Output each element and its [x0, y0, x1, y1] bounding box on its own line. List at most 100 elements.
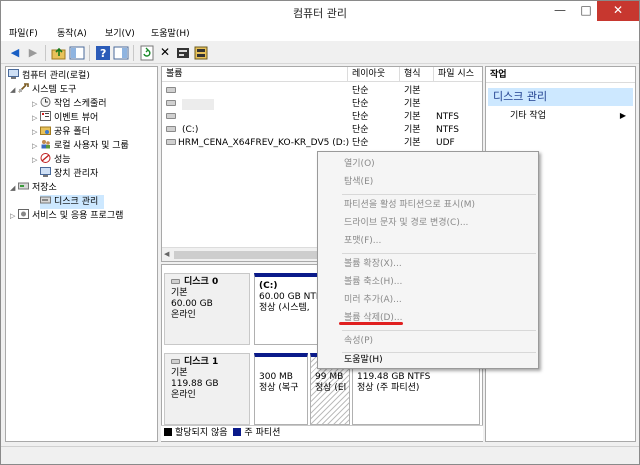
- system-tools-icon: [18, 83, 29, 93]
- toolbar: ◀ ▶ ? ✕: [1, 42, 639, 64]
- tree-item-event-viewer[interactable]: ▷ 이벤트 뷰어: [32, 111, 98, 125]
- partition-recovery[interactable]: 300 MB 정상 (복구: [254, 353, 308, 425]
- collapse-arrow-icon[interactable]: ◢: [10, 181, 18, 195]
- minimize-button[interactable]: —: [547, 1, 573, 21]
- legend-label-primary: 주 파티션: [244, 428, 281, 438]
- table-row[interactable]: 단순 기본: [162, 85, 482, 98]
- partition-title: [259, 361, 307, 372]
- row-volume-name: HRM_CENA_X64FREV_KO-KR_DV5 (D:): [178, 138, 350, 148]
- table-row[interactable]: 단순 기본 NTFS: [162, 111, 482, 124]
- expand-arrow-icon[interactable]: ▷: [32, 139, 40, 153]
- properties-icon[interactable]: [175, 45, 191, 61]
- menu-item-mark-active[interactable]: 파티션을 활성 파티션으로 표시(M): [344, 197, 475, 214]
- column-header-layout[interactable]: 레이아웃: [348, 67, 400, 82]
- collapse-arrow-icon[interactable]: ◢: [10, 83, 18, 97]
- more-actions-item[interactable]: 기타 작업 ▶: [510, 109, 630, 123]
- menu-item-format[interactable]: 포맷(F)...: [344, 233, 381, 250]
- delete-icon[interactable]: ✕: [157, 45, 173, 61]
- tree-item-disk-management[interactable]: 디스크 관리: [40, 195, 105, 209]
- disk-1-label[interactable]: 디스크 1 기본 119.88 GB 온라인: [164, 353, 250, 425]
- tree-label: 성능: [54, 155, 71, 165]
- menu-item-explore[interactable]: 탐색(E): [344, 174, 373, 191]
- computer-management-icon: [8, 69, 19, 79]
- menu-item-shrink-volume[interactable]: 볼륨 축소(H)...: [344, 274, 402, 291]
- column-header-filesystem[interactable]: 파일 시스: [434, 67, 482, 82]
- table-row[interactable]: HRM_CENA_X64FREV_KO-KR_DV5 (D:) 단순 기본 UD…: [162, 137, 482, 150]
- disk-name: 디스크 1: [184, 357, 219, 367]
- disk-icon: [166, 111, 180, 124]
- column-header-type[interactable]: 형식: [400, 67, 434, 82]
- toolbar-separator: [45, 45, 46, 61]
- toolbar-separator: [133, 45, 134, 61]
- tree-item-performance[interactable]: ▷ 성능: [32, 153, 71, 167]
- partition-size: 300 MB: [259, 372, 293, 382]
- disk-properties-icon[interactable]: [193, 45, 209, 61]
- partition-size: 119.48 GB NTFS: [357, 372, 431, 382]
- tree-item-task-scheduler[interactable]: ▷ 작업 스케줄러: [32, 97, 107, 111]
- show-hide-tree-icon[interactable]: [69, 45, 85, 61]
- close-button[interactable]: ✕: [597, 1, 639, 21]
- menu-item-extend-volume[interactable]: 볼륨 확장(X)...: [344, 256, 402, 273]
- scroll-left-icon[interactable]: ◀: [164, 250, 169, 258]
- services-icon: [18, 209, 29, 219]
- tree-item-storage[interactable]: ◢ 저장소: [10, 181, 57, 195]
- tree-item-services-applications[interactable]: ▷ 서비스 및 응용 프로그램: [10, 209, 123, 223]
- expand-arrow-icon[interactable]: ▷: [32, 97, 40, 111]
- table-row[interactable]: (C:) 단순 기본 NTFS: [162, 124, 482, 137]
- clock-icon: [40, 97, 51, 107]
- menu-item-help[interactable]: 도움말(H): [344, 352, 383, 369]
- tree-item-local-users[interactable]: ▷ 로컬 사용자 및 그룹: [32, 139, 129, 153]
- disk-icon: [166, 98, 180, 111]
- menu-file[interactable]: 파일(F): [9, 26, 38, 39]
- row-type: 기본: [404, 138, 421, 148]
- tree-label: 저장소: [32, 183, 57, 193]
- menu-help[interactable]: 도움말(H): [151, 26, 190, 39]
- row-layout: 단순: [352, 86, 369, 96]
- up-folder-icon[interactable]: [51, 45, 67, 61]
- disk-icon: [171, 357, 184, 367]
- scrollbar-thumb[interactable]: [174, 251, 324, 259]
- menu-action[interactable]: 동작(A): [57, 26, 87, 39]
- expand-arrow-icon[interactable]: ▷: [32, 125, 40, 139]
- menu-view[interactable]: 보기(V): [105, 26, 135, 39]
- disk-icon: [166, 85, 180, 98]
- refresh-icon[interactable]: [139, 45, 155, 61]
- row-layout: 단순: [352, 112, 369, 122]
- actions-section-disk-management[interactable]: 디스크 관리: [488, 88, 633, 106]
- tree-label: 시스템 도구: [32, 85, 77, 95]
- tree-label: 작업 스케줄러: [54, 99, 107, 109]
- maximize-button[interactable]: □: [573, 1, 599, 21]
- disk-size: 60.00 GB: [171, 299, 213, 309]
- expand-arrow-icon[interactable]: ▷: [32, 153, 40, 167]
- menu-item-add-mirror[interactable]: 미러 추가(A)...: [344, 292, 402, 309]
- table-row[interactable]: 단순 기본: [162, 98, 482, 111]
- menu-item-open[interactable]: 열기(O): [344, 156, 375, 173]
- tree-label: 이벤트 뷰어: [54, 113, 99, 123]
- computer-management-window: 컴퓨터 관리 — □ ✕ 파일(F) 동작(A) 보기(V) 도움말(H) ◀ …: [0, 0, 640, 465]
- tree-item-device-manager[interactable]: 장치 관리자: [40, 167, 98, 181]
- annotation-underline: [339, 322, 403, 325]
- tree-item-computer-management[interactable]: 컴퓨터 관리(로컬): [8, 69, 90, 83]
- tree-item-shared-folders[interactable]: ▷ 공유 폴더: [32, 125, 90, 139]
- tree-label: 디스크 관리: [54, 197, 99, 207]
- tree-label: 로컬 사용자 및 그룹: [54, 141, 129, 151]
- forward-arrow-icon[interactable]: ▶: [25, 45, 41, 61]
- menu-item-change-drive-letter[interactable]: 드라이브 문자 및 경로 변경(C)...: [344, 215, 468, 232]
- legend-swatch-unallocated: [164, 428, 172, 436]
- row-layout: 단순: [352, 138, 369, 148]
- toolbar-separator: [89, 45, 90, 61]
- expand-arrow-icon[interactable]: ▷: [10, 209, 18, 223]
- menu-item-properties[interactable]: 속성(P): [344, 333, 373, 350]
- back-arrow-icon[interactable]: ◀: [7, 45, 23, 61]
- tree-item-system-tools[interactable]: ◢ 시스템 도구: [10, 83, 76, 97]
- disk-0-label[interactable]: 디스크 0 기본 60.00 GB 온라인: [164, 273, 250, 345]
- show-hide-action-pane-icon[interactable]: [113, 45, 129, 61]
- storage-icon: [18, 181, 29, 191]
- help-icon[interactable]: ?: [95, 45, 111, 61]
- expand-arrow-icon[interactable]: ▷: [32, 111, 40, 125]
- partition-status: 정상 (El: [315, 383, 347, 393]
- legend: 할당되지 않음 주 파티션: [161, 425, 483, 441]
- disk-type: 기본: [171, 368, 188, 378]
- disk-icon: [166, 124, 180, 137]
- column-header-volume[interactable]: 볼륨: [162, 67, 348, 82]
